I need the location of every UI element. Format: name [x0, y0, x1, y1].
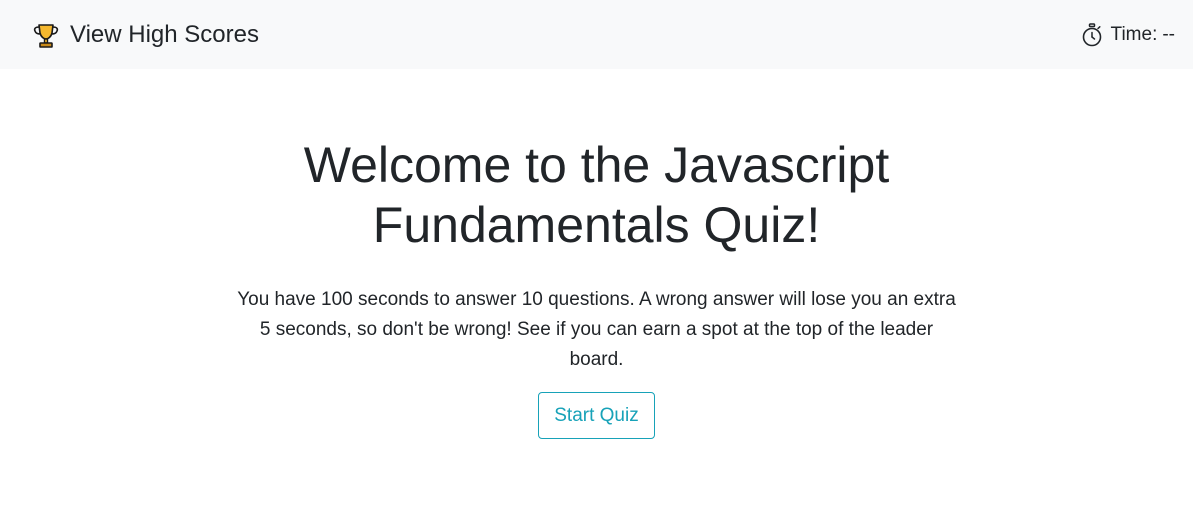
- view-high-scores-label: View High Scores: [70, 20, 259, 48]
- view-high-scores-link[interactable]: View High Scores: [32, 21, 259, 49]
- start-quiz-button[interactable]: Start Quiz: [538, 392, 655, 439]
- trophy-icon: [32, 21, 60, 49]
- timer-value: --: [1162, 23, 1175, 45]
- stopwatch-icon: [1081, 22, 1103, 47]
- timer: Time: --: [1081, 22, 1175, 47]
- page-title: Welcome to the Javascript Fundamentals Q…: [303, 137, 890, 253]
- navbar: View High Scores Time: --: [0, 0, 1193, 69]
- timer-label: Time:: [1110, 23, 1158, 45]
- quiz-description: You have 100 seconds to answer 10 questi…: [237, 289, 956, 370]
- welcome-section: Welcome to the Javascript Fundamentals Q…: [0, 69, 1193, 439]
